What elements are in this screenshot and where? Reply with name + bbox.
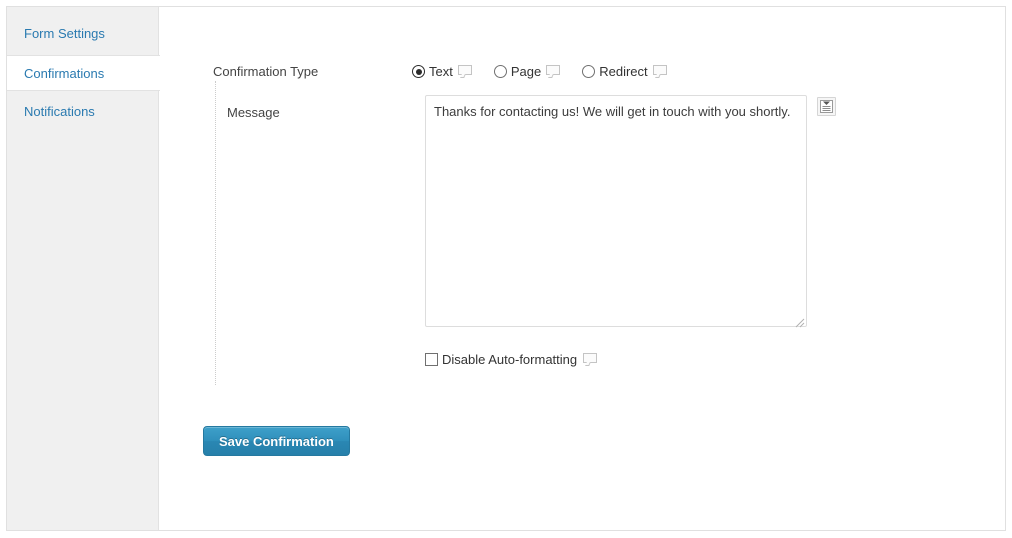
disable-autoformatting-checkbox[interactable]	[425, 353, 438, 366]
confirmation-type-label: Confirmation Type	[213, 64, 319, 79]
indent-guide	[215, 81, 216, 385]
tooltip-bubble-icon[interactable]	[583, 353, 598, 366]
radio-option-page[interactable]: Page	[493, 64, 561, 79]
settings-sidebar: Form Settings Confirmations Notification…	[7, 7, 160, 530]
message-input[interactable]	[425, 95, 807, 327]
sidebar-item-form-settings[interactable]: Form Settings	[7, 16, 159, 52]
sidebar-item-confirmations[interactable]: Confirmations	[7, 55, 160, 91]
sidebar-item-notifications[interactable]: Notifications	[7, 94, 159, 130]
disable-autoformatting-row: Disable Auto-formatting	[425, 352, 598, 367]
radio-indicator-page[interactable]	[493, 65, 507, 78]
disable-autoformatting-label[interactable]: Disable Auto-formatting	[442, 352, 577, 367]
tooltip-bubble-icon[interactable]	[457, 65, 472, 78]
settings-panel: Form Settings Confirmations Notification…	[6, 6, 1006, 531]
message-label: Message	[227, 105, 280, 120]
radio-label-page: Page	[510, 64, 542, 79]
sidebar-item-label: Confirmations	[24, 66, 105, 81]
radio-label-redirect: Redirect	[599, 64, 648, 79]
save-confirmation-button[interactable]: Save Confirmation	[203, 426, 350, 456]
message-field-wrapper	[425, 95, 807, 330]
radio-label-text: Text	[429, 64, 453, 79]
settings-content: Confirmation Type Text Page Redirect Mes…	[160, 7, 1005, 530]
insert-merge-tag-icon[interactable]	[817, 97, 836, 116]
radio-option-redirect[interactable]: Redirect	[582, 64, 667, 79]
tooltip-bubble-icon[interactable]	[652, 65, 667, 78]
radio-option-text[interactable]: Text	[412, 64, 472, 79]
sidebar-item-label: Notifications	[24, 104, 95, 119]
radio-indicator-text[interactable]	[412, 65, 425, 78]
radio-indicator-redirect[interactable]	[582, 65, 596, 78]
sidebar-item-label: Form Settings	[24, 26, 105, 41]
confirmation-type-radio-group: Text Page Redirect	[412, 64, 689, 79]
tooltip-bubble-icon[interactable]	[546, 65, 561, 78]
